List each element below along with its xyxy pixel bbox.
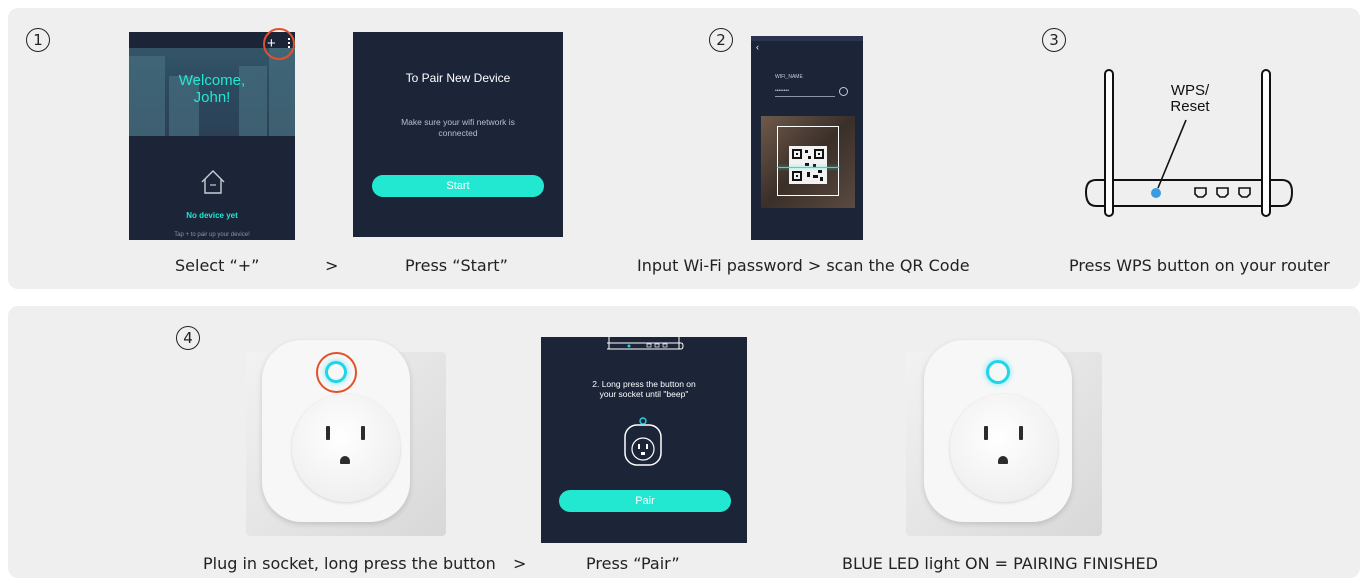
socket-faceplate-2	[950, 394, 1058, 502]
step-2-number: 2	[709, 28, 733, 52]
pair-new-device-screen: To Pair New Device Make sure your wifi n…	[353, 32, 563, 237]
plus-highlight-ring	[263, 28, 295, 60]
step-2-caption: Input Wi-Fi password > scan the QR Code	[637, 256, 970, 275]
qr-code-icon	[789, 146, 827, 184]
pair-socket-screen: 2. Long press the button on your socket …	[541, 337, 747, 543]
step-4-caption-finished: BLUE LED light ON = PAIRING FINISHED	[842, 554, 1158, 573]
empty-home-icon	[201, 170, 225, 194]
pair-new-body: Make sure your wifi network is connected	[401, 117, 515, 138]
qr-scan-line	[777, 167, 839, 168]
step-4-number: 4	[176, 326, 200, 350]
wps-reset-label: WPS/ Reset	[1170, 82, 1210, 115]
step-1-arrow: >	[325, 256, 339, 275]
no-device-title: No device yet	[186, 211, 238, 220]
button-highlight-ring	[316, 352, 357, 393]
step-1-caption-start: Press “Start”	[405, 256, 508, 275]
router-mini-icon	[607, 337, 684, 350]
step-4-arrow: >	[513, 554, 527, 573]
step-4-caption-plug: Plug in socket, long press the button	[203, 554, 496, 573]
start-button[interactable]: Start	[372, 175, 544, 197]
wifi-name-label: WIFI_NAME	[775, 74, 803, 80]
socket-led-2	[986, 360, 1010, 384]
step-1-caption-select: Select “+”	[175, 256, 260, 275]
back-chevron-icon[interactable]: ‹	[756, 42, 759, 52]
step-3-number: 3	[1042, 28, 1066, 52]
qr-camera-view	[761, 116, 855, 208]
step-4-caption-pair: Press “Pair”	[586, 554, 680, 573]
pair-button[interactable]: Pair	[559, 490, 731, 512]
wifi-qr-screen: ‹ WIFI_NAME ••••••••	[751, 36, 863, 240]
wifi-password-field[interactable]: ••••••••	[775, 88, 835, 97]
welcome-greeting: Welcome, John!	[178, 72, 246, 106]
pair-new-title: To Pair New Device	[405, 71, 511, 85]
socket-mini-icon	[624, 417, 662, 466]
show-password-icon[interactable]	[839, 87, 848, 96]
welcome-screen: Welcome, John! + No device yet Tap + to …	[129, 32, 295, 240]
socket-faceplate-1	[292, 394, 400, 502]
step-1-number: 1	[26, 28, 50, 52]
long-press-instruction: 2. Long press the button on your socket …	[592, 379, 696, 399]
step-3-caption: Press WPS button on your router	[1069, 256, 1330, 275]
pair-hint: Tap + to pair up your device!	[174, 232, 250, 238]
